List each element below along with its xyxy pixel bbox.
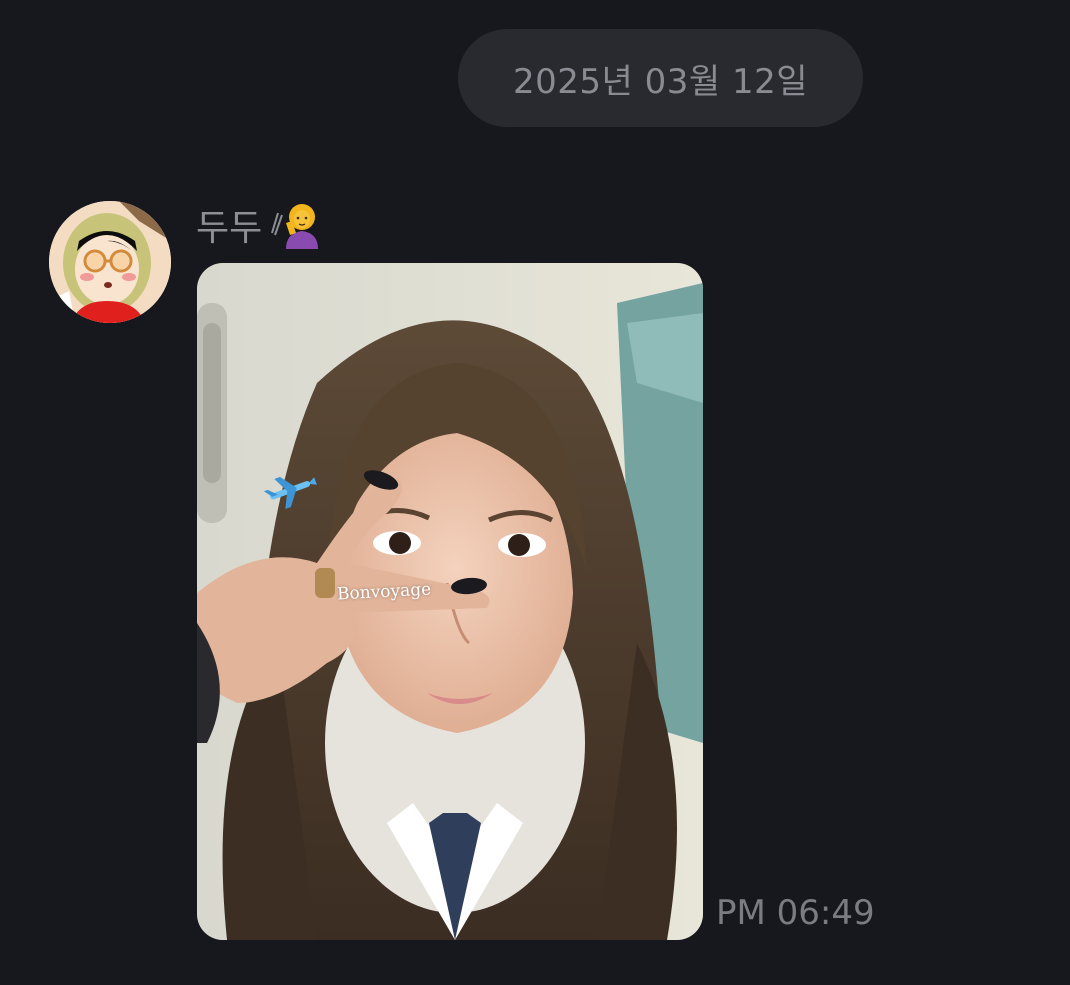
date-divider: 2025년 03월 12일 — [458, 29, 863, 127]
chat-screen: 2025년 03월 12일 두두 Bonvoyage PM 06:49 — [0, 0, 1070, 985]
woman-tipping-hand-emoji-icon — [266, 199, 322, 251]
photo-message[interactable]: Bonvoyage — [197, 263, 703, 940]
date-divider-label: 2025년 03월 12일 — [512, 61, 808, 102]
avatar[interactable] — [49, 201, 171, 323]
message-timestamp: PM 06:49 — [716, 893, 875, 933]
sender-name: 두두 — [196, 208, 263, 249]
sender-header: 두두 — [196, 200, 322, 250]
